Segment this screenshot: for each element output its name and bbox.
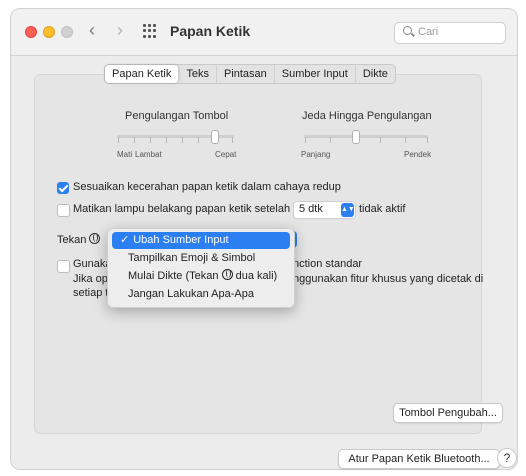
menu-item-show-emoji[interactable]: Tampilkan Emoji & Simbol [112, 250, 290, 267]
minimize-button[interactable] [43, 26, 55, 38]
delay-repeat-track[interactable] [304, 135, 428, 138]
menu-item-label: Jangan Lakukan Apa-Apa [128, 288, 254, 300]
tick [330, 137, 331, 143]
function-keys-desc-line2: setiap t [73, 287, 109, 299]
tick [305, 137, 306, 143]
menu-item-label: Ubah Sumber Input [133, 234, 229, 246]
backlight-off-checkbox[interactable] [57, 204, 70, 217]
delay-repeat-low-label: Panjang [301, 150, 331, 159]
tick [427, 137, 428, 143]
window-title: Papan Ketik [170, 23, 251, 39]
adjust-brightness-label: Sesuaikan kecerahan papan ketik dalam ca… [73, 181, 341, 193]
globe-icon [221, 269, 233, 280]
tab-text[interactable]: Teks [179, 65, 217, 83]
tick [118, 137, 119, 143]
modifier-keys-button[interactable]: Tombol Pengubah... [393, 403, 503, 423]
backlight-off-suffix: tidak aktif [359, 203, 406, 215]
menu-item-suffix: dua kali) [235, 270, 278, 282]
tick [182, 137, 183, 143]
key-repeat-high-label: Cepat [215, 150, 237, 159]
globe-icon [89, 233, 101, 244]
fn-key-prefix: Tekan [57, 233, 101, 246]
tick [405, 137, 406, 143]
tick [198, 137, 199, 143]
tab-dictation[interactable]: Dikte [356, 65, 395, 83]
menu-item-label: Tampilkan Emoji & Simbol [128, 252, 256, 264]
function-keys-desc-start: Jika op [73, 273, 108, 285]
delay-repeat-knob[interactable] [352, 130, 360, 144]
function-keys-checkbox[interactable] [57, 260, 70, 273]
tab-bar: Papan Ketik Teks Pintasan Sumber Input D… [104, 64, 396, 84]
zoom-button[interactable] [61, 26, 73, 38]
tab-shortcuts[interactable]: Pintasan [217, 65, 275, 83]
tick [380, 137, 381, 143]
bluetooth-keyboard-button[interactable]: Atur Papan Ketik Bluetooth... [338, 449, 500, 469]
function-keys-label-start: Gunaka [73, 258, 112, 270]
show-all-grid-icon[interactable] [143, 24, 157, 38]
checkmark-icon: ✓ [120, 234, 130, 246]
forward-chevron-icon[interactable]: › [117, 20, 123, 41]
help-button[interactable]: ? [497, 448, 517, 468]
tab-input-sources[interactable]: Sumber Input [275, 65, 356, 83]
backlight-off-label: Matikan lampu belakang papan ketik setel… [73, 203, 291, 215]
search-icon [403, 26, 412, 35]
tick [166, 137, 167, 143]
fn-key-menu: ✓ Ubah Sumber Input Tampilkan Emoji & Sim… [107, 228, 295, 308]
tab-keyboard[interactable]: Papan Ketik [105, 65, 180, 83]
key-repeat-label: Pengulangan Tombol [125, 110, 229, 122]
menu-item-label: Mulai Dikte (Tekan [128, 270, 219, 282]
backlight-timeout-value: 5 dtk [299, 203, 323, 215]
key-repeat-min-label: Mati [117, 150, 133, 159]
tick [232, 137, 233, 143]
search-input[interactable]: Cari [394, 22, 506, 44]
menu-item-do-nothing[interactable]: Jangan Lakukan Apa-Apa [112, 286, 290, 303]
back-chevron-icon[interactable]: ‹ [89, 20, 95, 41]
key-repeat-knob[interactable] [211, 130, 219, 144]
menu-item-change-input-source[interactable]: ✓ Ubah Sumber Input [112, 232, 290, 249]
function-keys-label-end: nction standar [293, 258, 363, 270]
delay-repeat-label: Jeda Hingga Pengulangan [302, 110, 432, 122]
search-placeholder: Cari [418, 26, 439, 38]
function-keys-desc-end: nggunakan fitur khusus yang dicetak di [293, 273, 484, 285]
title-bar: ‹ › Papan Ketik Cari [11, 9, 517, 56]
tick [150, 137, 151, 143]
delay-repeat-high-label: Pendek [404, 150, 432, 159]
chevron-updown-icon: ▲▼ [341, 203, 355, 217]
menu-item-start-dictation[interactable]: Mulai Dikte (Tekan dua kali) [112, 268, 290, 285]
backlight-timeout-select[interactable]: 5 dtk ▲▼ [293, 201, 356, 219]
fn-key-prefix-text: Tekan [57, 234, 87, 246]
key-repeat-low-label: Lambat [135, 150, 162, 159]
tick [134, 137, 135, 143]
adjust-brightness-checkbox[interactable] [57, 182, 69, 194]
close-button[interactable] [25, 26, 37, 38]
